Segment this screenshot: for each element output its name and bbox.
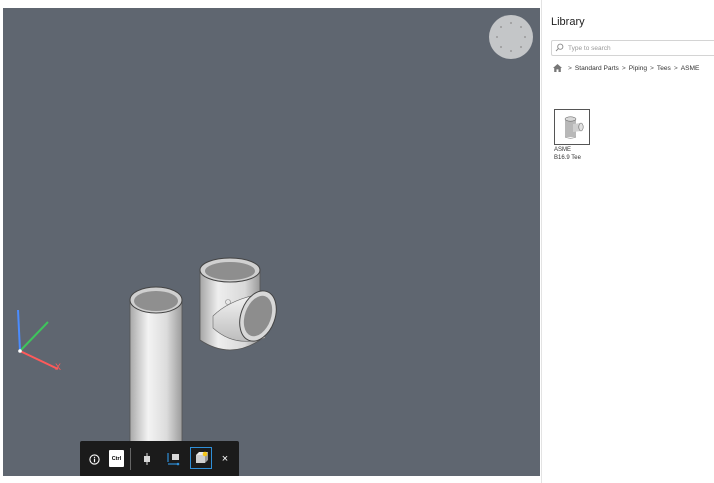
library-item-label-line1: ASME [554, 147, 572, 153]
panel-title: Library [551, 16, 585, 28]
breadcrumb-separator: > [650, 64, 654, 72]
breadcrumb-tees[interactable]: Tees [657, 65, 671, 72]
ctrl-key-button[interactable]: Ctrl [109, 450, 124, 467]
align-axis-button[interactable] [163, 441, 185, 476]
home-icon[interactable] [553, 64, 562, 72]
breadcrumb-asme[interactable]: ASME [681, 65, 700, 72]
breadcrumb: > Standard Parts > Piping > Tees > ASME [553, 64, 699, 72]
insert-point-button[interactable] [137, 441, 157, 476]
search-input[interactable] [568, 41, 708, 55]
view-navigation-cube[interactable] [489, 15, 533, 59]
breadcrumb-piping[interactable]: Piping [629, 65, 647, 72]
close-toolbar-button[interactable]: × [216, 441, 234, 476]
scene-canvas[interactable]: X [3, 8, 540, 476]
insert-part-button[interactable] [190, 447, 212, 469]
info-button[interactable] [84, 441, 104, 476]
axis-triad: X [17, 309, 61, 372]
toolbar-divider [130, 448, 131, 470]
breadcrumb-standard-parts[interactable]: Standard Parts [575, 65, 619, 72]
tee-fitting-model[interactable] [199, 257, 283, 351]
3d-viewport[interactable]: X Ctrl × [3, 8, 540, 476]
library-item-label: ASME B16.9 Tee [554, 146, 594, 162]
nav-cube-dots-icon [496, 22, 526, 52]
search-field[interactable] [551, 40, 714, 56]
tee-fitting-icon [564, 116, 584, 139]
library-item-label-line2: B16.9 Tee [554, 155, 581, 161]
align-axis-icon [167, 452, 180, 465]
info-icon [88, 453, 100, 465]
library-panel: Library > Standard Parts > Piping > Tees… [541, 0, 714, 483]
x-axis-label: X [55, 362, 61, 372]
breadcrumb-separator: > [621, 64, 626, 72]
insert-point-icon [144, 453, 150, 465]
breadcrumb-separator: > [673, 64, 678, 72]
floating-toolbar: Ctrl × [80, 441, 239, 476]
breadcrumb-separator: > [568, 64, 572, 72]
search-icon [555, 43, 564, 52]
library-item-asme-tee[interactable] [554, 109, 590, 145]
insert-part-icon [196, 451, 208, 463]
